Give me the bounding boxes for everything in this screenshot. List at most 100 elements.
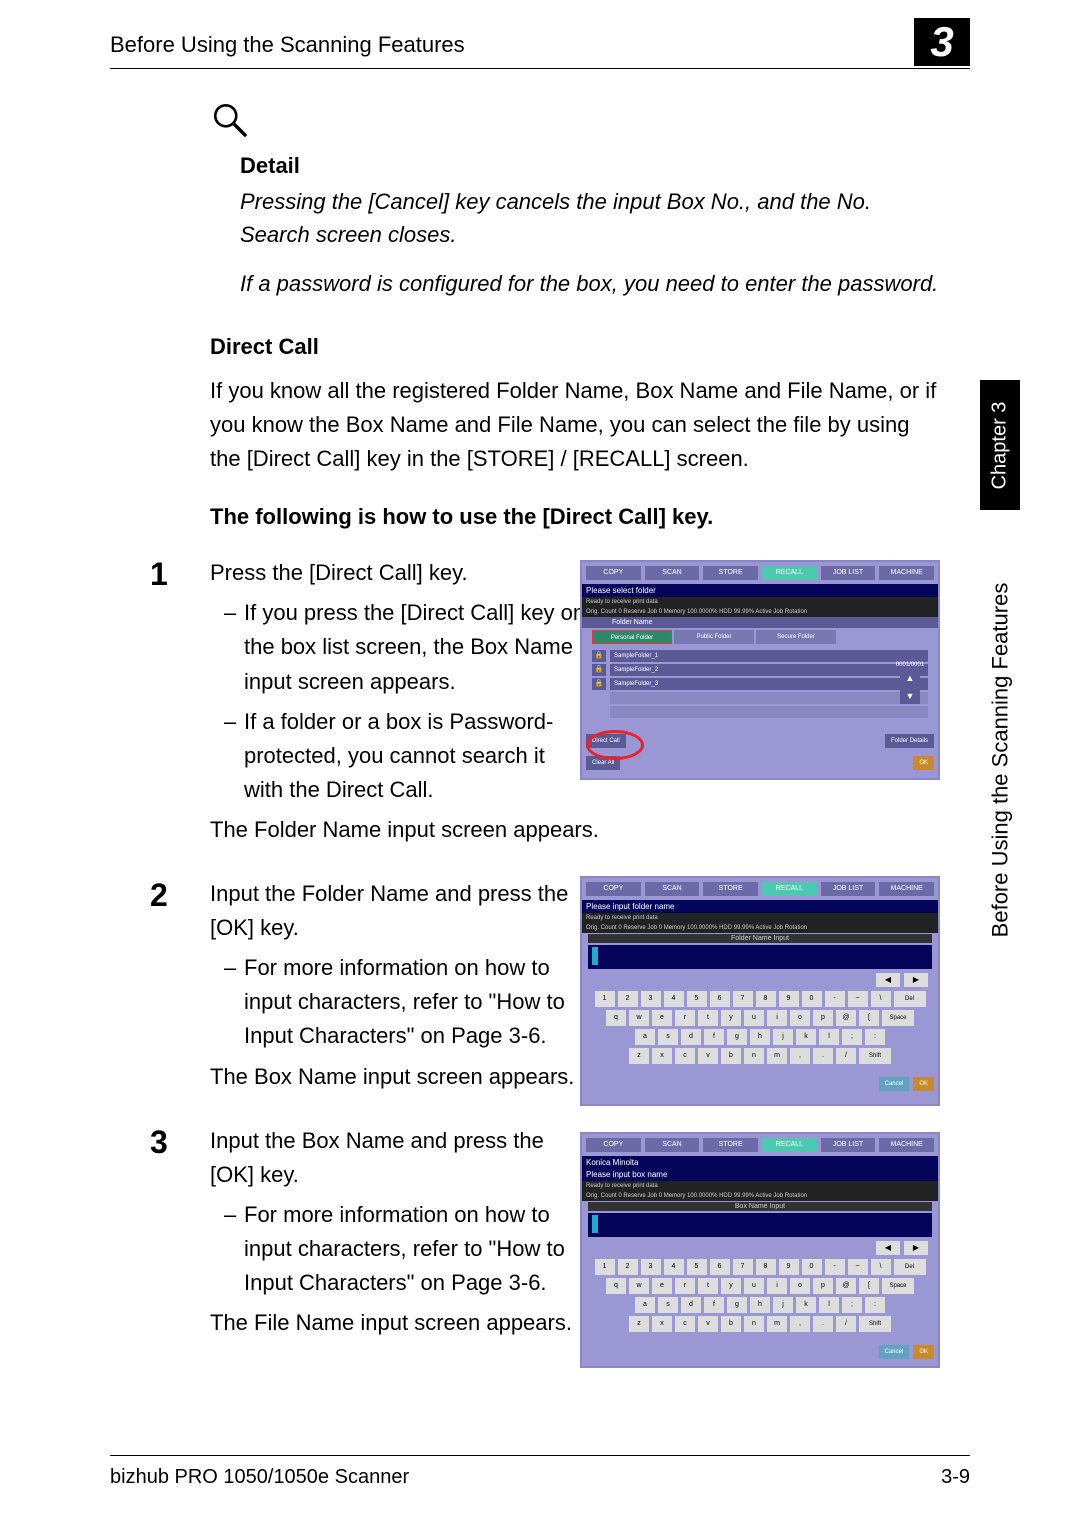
tab-joblist[interactable]: JOB LIST [821,1138,876,1152]
keyboard-key-del[interactable]: Del [894,1259,926,1275]
keyboard-key[interactable]: 0 [802,1259,822,1275]
keyboard-key[interactable]: 1 [595,1259,615,1275]
keyboard-key[interactable]: r [675,1278,695,1294]
tab-scan[interactable]: SCAN [645,566,700,580]
keyboard-key[interactable]: ; [842,1297,862,1313]
tab-store[interactable]: STORE [703,1138,758,1152]
tab-store[interactable]: STORE [703,882,758,896]
keyboard-key[interactable]: [ [859,1278,879,1294]
keyboard-key[interactable]: 3 [641,991,661,1007]
keyboard-key[interactable]: j [773,1297,793,1313]
keyboard-key[interactable]: n [744,1316,764,1332]
keyboard-key[interactable]: d [681,1297,701,1313]
keyboard-key[interactable]: 9 [779,991,799,1007]
keyboard-key[interactable]: - [825,991,845,1007]
box-name-input[interactable] [588,1213,932,1237]
keyboard-key[interactable]: 0 [802,991,822,1007]
keyboard-key[interactable]: : [865,1029,885,1045]
keyboard-key[interactable]: v [698,1048,718,1064]
keyboard-key[interactable]: y [721,1278,741,1294]
keyboard-key[interactable]: p [813,1010,833,1026]
keyboard-key[interactable]: w [629,1278,649,1294]
keyboard-key[interactable]: x [652,1048,672,1064]
keyboard-key[interactable]: z [629,1048,649,1064]
keyboard-key[interactable]: s [658,1297,678,1313]
keyboard-key-shift[interactable]: Shift [859,1048,891,1064]
tab-copy[interactable]: COPY [586,882,641,896]
keyboard-key[interactable]: f [704,1029,724,1045]
keyboard-key[interactable]: o [790,1278,810,1294]
page-up-button[interactable]: ▲ [900,670,920,686]
keyboard-key-del[interactable]: Del [894,991,926,1007]
ok-button[interactable]: OK [913,756,934,770]
keyboard-key[interactable]: ; [842,1029,862,1045]
keyboard-key[interactable]: q [606,1278,626,1294]
folder-tab-secure[interactable]: Secure Folder [756,630,836,644]
folder-tab-personal[interactable]: Personal Folder [592,630,672,644]
folder-details-button[interactable]: Folder Details [885,734,934,748]
keyboard-key[interactable]: 7 [733,991,753,1007]
keyboard-key[interactable]: , [790,1048,810,1064]
keyboard-key[interactable]: t [698,1010,718,1026]
folder-name-input[interactable] [588,945,932,969]
tab-copy[interactable]: COPY [586,566,641,580]
keyboard-key[interactable]: q [606,1010,626,1026]
keyboard-key[interactable]: / [836,1048,856,1064]
cancel-button[interactable]: Cancel [879,1077,910,1091]
list-item[interactable]: 🔒SampleFolder_1 [592,650,928,662]
tab-scan[interactable]: SCAN [645,1138,700,1152]
tab-scan[interactable]: SCAN [645,882,700,896]
keyboard-key[interactable]: [ [859,1010,879,1026]
keyboard-key[interactable]: t [698,1278,718,1294]
caret-left-button[interactable]: ◀ [876,973,900,987]
keyboard-key[interactable]: v [698,1316,718,1332]
tab-store[interactable]: STORE [703,566,758,580]
tab-joblist[interactable]: JOB LIST [821,882,876,896]
keyboard-key[interactable]: f [704,1297,724,1313]
keyboard-key[interactable]: n [744,1048,764,1064]
tab-recall[interactable]: RECALL [762,566,817,580]
keyboard-key[interactable]: h [750,1297,770,1313]
keyboard-key[interactable]: b [721,1048,741,1064]
keyboard-key[interactable]: i [767,1010,787,1026]
keyboard-key[interactable]: ~ [848,1259,868,1275]
keyboard-key[interactable]: 5 [687,1259,707,1275]
keyboard-key[interactable]: - [825,1259,845,1275]
keyboard-key[interactable]: 5 [687,991,707,1007]
caret-right-button[interactable]: ▶ [904,973,928,987]
keyboard-key[interactable]: / [836,1316,856,1332]
keyboard-key[interactable]: w [629,1010,649,1026]
keyboard-key[interactable]: u [744,1278,764,1294]
keyboard-key[interactable]: z [629,1316,649,1332]
keyboard-key[interactable]: ~ [848,991,868,1007]
keyboard-key[interactable]: g [727,1297,747,1313]
keyboard-key[interactable]: @ [836,1010,856,1026]
tab-copy[interactable]: COPY [586,1138,641,1152]
keyboard-key[interactable]: \ [871,991,891,1007]
keyboard-key[interactable]: c [675,1048,695,1064]
keyboard-key-space[interactable]: Space [882,1278,914,1294]
tab-joblist[interactable]: JOB LIST [821,566,876,580]
keyboard-key[interactable]: 2 [618,1259,638,1275]
caret-right-button[interactable]: ▶ [904,1241,928,1255]
keyboard-key[interactable]: u [744,1010,764,1026]
tab-recall[interactable]: RECALL [762,1138,817,1152]
caret-left-button[interactable]: ◀ [876,1241,900,1255]
keyboard-key[interactable]: \ [871,1259,891,1275]
tab-machine[interactable]: MACHINE [879,566,934,580]
keyboard-key-shift[interactable]: Shift [859,1316,891,1332]
ok-button[interactable]: OK [913,1345,934,1359]
keyboard-key[interactable]: r [675,1010,695,1026]
tab-machine[interactable]: MACHINE [879,882,934,896]
ok-button[interactable]: OK [913,1077,934,1091]
keyboard-key[interactable]: x [652,1316,672,1332]
keyboard-key[interactable]: 6 [710,991,730,1007]
keyboard-key[interactable]: 1 [595,991,615,1007]
keyboard-key[interactable]: y [721,1010,741,1026]
keyboard-key[interactable]: 6 [710,1259,730,1275]
keyboard-key[interactable]: b [721,1316,741,1332]
keyboard-key[interactable]: m [767,1316,787,1332]
keyboard-key[interactable]: . [813,1316,833,1332]
keyboard-key[interactable]: l [819,1297,839,1313]
keyboard-key[interactable]: @ [836,1278,856,1294]
